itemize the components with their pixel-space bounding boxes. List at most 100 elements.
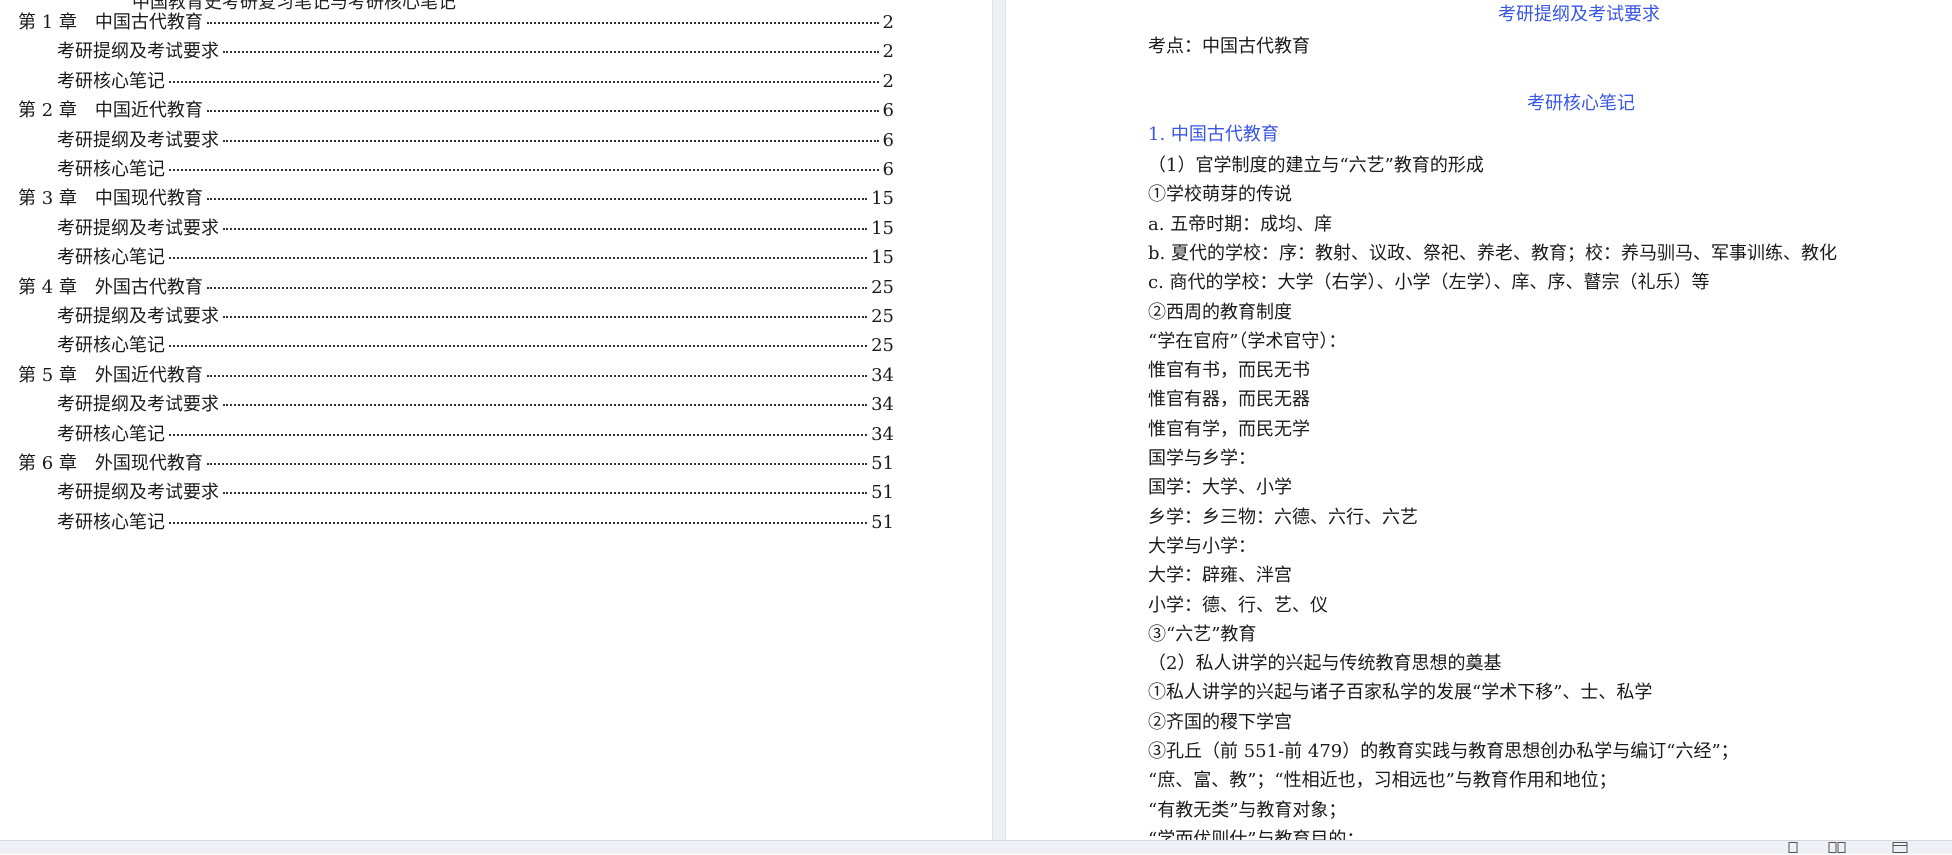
notes-line: “学在官府”（学术官守）：: [1148, 330, 1347, 352]
toc-section-entry[interactable]: 考研核心笔记 2: [57, 67, 894, 93]
toc-page-number: 6: [882, 100, 894, 122]
toc-page-number: 51: [871, 482, 894, 504]
toc-entry-title: 中国现代教育: [94, 188, 203, 210]
toc-page-number: 51: [871, 511, 894, 533]
two-page-view-icon[interactable]: [1828, 842, 1846, 853]
toc-chapter-entry[interactable]: 第 4 章外国古代教育 25: [18, 273, 894, 299]
status-bar: [0, 840, 1952, 854]
toc-chapter-entry[interactable]: 第 1 章中国古代教育 2: [18, 8, 894, 34]
notes-line: ①私人讲学的兴起与诸子百家私学的发展“学术下移”、士、私学: [1148, 682, 1653, 704]
toc-entry-title: 考研核心笔记: [57, 335, 165, 357]
toc-entry-title: 考研核心笔记: [57, 423, 165, 445]
toc-dot-leader: [206, 463, 868, 465]
toc-page-number: 6: [882, 129, 894, 151]
heading-core-notes: 考研核心笔记: [1527, 93, 1635, 114]
toc-entry-title: 考研核心笔记: [57, 511, 165, 533]
toc-dot-leader: [223, 492, 868, 495]
toc-dot-leader: [169, 521, 868, 524]
content-page: 考研提纲及考试要求 考点：中国古代教育 考研核心笔记 1. 中国古代教育 （1）…: [1006, 0, 1952, 840]
toc-page-number: 25: [871, 306, 894, 327]
toc-dot-leader: [206, 22, 879, 24]
notes-line: ②齐国的稷下学宫: [1148, 711, 1292, 733]
toc-section-entry[interactable]: 考研核心笔记 15: [57, 243, 894, 269]
toc-section-entry[interactable]: 考研提纲及考试要求 6: [57, 126, 894, 152]
notes-line: “学而优则仕”与教育目的；: [1148, 828, 1365, 840]
toc-dot-leader: [223, 51, 879, 54]
heading-exam-outline: 考研提纲及考试要求: [1498, 4, 1660, 25]
notes-line: 惟官有书，而民无书: [1148, 360, 1310, 382]
notes-line: 国学与乡学：: [1148, 448, 1256, 469]
toc-page-number: 2: [882, 41, 894, 63]
notes-line: “庶、富、教”；“性相近也，习相远也”与教育作用和地位；: [1148, 770, 1617, 792]
toc-entry-title: 中国古代教育: [94, 12, 203, 33]
toc-dot-leader: [223, 404, 868, 407]
toc-page-number: 25: [871, 335, 894, 357]
toc-dot-leader: [223, 227, 868, 230]
toc-page-number: 15: [871, 247, 894, 269]
toc-chapter-number: 第 5 章: [18, 364, 77, 386]
toc-section-entry[interactable]: 考研提纲及考试要求 51: [57, 478, 894, 504]
toc-chapter-number: 第 2 章: [18, 100, 77, 122]
toc-page-number: 2: [882, 70, 894, 92]
toc-dot-leader: [223, 316, 868, 318]
toc-page: 中国教育史考研复习笔记与考研核心笔记 第 1 章中国古代教育 2 考研提纲及考试要求…: [0, 0, 992, 840]
notes-line: 大学与小学：: [1148, 535, 1256, 557]
toc-section-entry[interactable]: 考研提纲及考试要求 25: [57, 302, 894, 328]
notes-line: （2）私人讲学的兴起与传统教育思想的奠基: [1148, 653, 1502, 675]
toc-chapter-entry[interactable]: 第 6 章外国现代教育 51: [18, 449, 894, 475]
toc-section-entry[interactable]: 考研核心笔记 25: [57, 331, 894, 357]
toc-entry-title: 考研核心笔记: [57, 70, 165, 92]
toc-page-number: 34: [871, 364, 894, 386]
toc-page-number: 51: [871, 453, 894, 474]
single-page-view-icon[interactable]: [1786, 842, 1800, 853]
toc-entry-title: 中国近代教育: [94, 100, 203, 122]
toc-chapter-number: 第 3 章: [18, 188, 77, 210]
toc-chapter-entry[interactable]: 第 5 章外国近代教育 34: [18, 361, 894, 387]
toc-chapter-entry[interactable]: 第 2 章中国近代教育 6: [18, 96, 894, 122]
web-layout-icon[interactable]: [1892, 842, 1908, 853]
toc-page-number: 15: [871, 188, 894, 210]
toc-page-number: 34: [871, 423, 894, 445]
toc-dot-leader: [169, 169, 879, 171]
notes-line: 国学：大学、小学: [1148, 477, 1292, 499]
toc-entry-title: 外国古代教育: [94, 276, 203, 298]
notes-line: a. 五帝时期：成均、庠: [1148, 213, 1333, 235]
page-separator: [992, 0, 1006, 840]
toc-dot-leader: [223, 139, 879, 142]
toc-dot-leader: [206, 110, 879, 113]
notes-line: ②西周的教育制度: [1148, 301, 1292, 323]
toc-section-entry[interactable]: 考研核心笔记 34: [57, 420, 894, 446]
toc-entry-title: 外国近代教育: [94, 364, 203, 386]
toc-section-entry[interactable]: 考研提纲及考试要求 15: [57, 214, 894, 240]
toc-section-entry[interactable]: 考研提纲及考试要求 2: [57, 37, 894, 63]
toc-chapter-entry[interactable]: 第 3 章中国现代教育 15: [18, 184, 894, 210]
notes-line: ①学校萌芽的传说: [1148, 184, 1292, 206]
notes-line: 惟官有学，而民无学: [1148, 418, 1310, 440]
toc-page-number: 25: [871, 276, 894, 298]
toc-entry-title: 考研提纲及考试要求: [57, 217, 219, 239]
toc-dot-leader: [206, 286, 868, 289]
toc-dot-leader: [206, 198, 868, 201]
toc-chapter-number: 第 4 章: [18, 276, 77, 298]
toc-dot-leader: [169, 433, 868, 436]
toc-dot-leader: [169, 80, 879, 83]
toc-entry-title: 考研提纲及考试要求: [57, 129, 219, 151]
notes-line: 惟官有器，而民无器: [1148, 389, 1310, 411]
notes-line: 乡学：乡三物：六德、六行、六艺: [1148, 506, 1418, 528]
exam-point: 考点：中国古代教育: [1148, 36, 1310, 57]
toc-dot-leader: [206, 374, 868, 377]
toc-entry-title: 考研核心笔记: [57, 159, 165, 180]
toc-section-entry[interactable]: 考研核心笔记 6: [57, 155, 894, 181]
toc-page-number: 34: [871, 394, 894, 416]
notes-line: ③“六艺”教育: [1148, 623, 1257, 645]
toc-entry-title: 考研提纲及考试要求: [57, 394, 219, 416]
notes-line: ③孔丘（前 551-前 479）的教育实践与教育思想创办私学与编订“六经”；: [1148, 741, 1739, 762]
toc-entry-title: 考研核心笔记: [57, 247, 165, 269]
toc-dot-leader: [169, 257, 868, 260]
toc-page-number: 15: [871, 217, 894, 239]
toc-chapter-number: 第 6 章: [18, 453, 77, 474]
toc-entry-title: 考研提纲及考试要求: [57, 482, 219, 504]
toc-section-entry[interactable]: 考研核心笔记 51: [57, 508, 894, 534]
toc-page-number: 6: [882, 159, 894, 180]
toc-section-entry[interactable]: 考研提纲及考试要求 34: [57, 390, 894, 416]
